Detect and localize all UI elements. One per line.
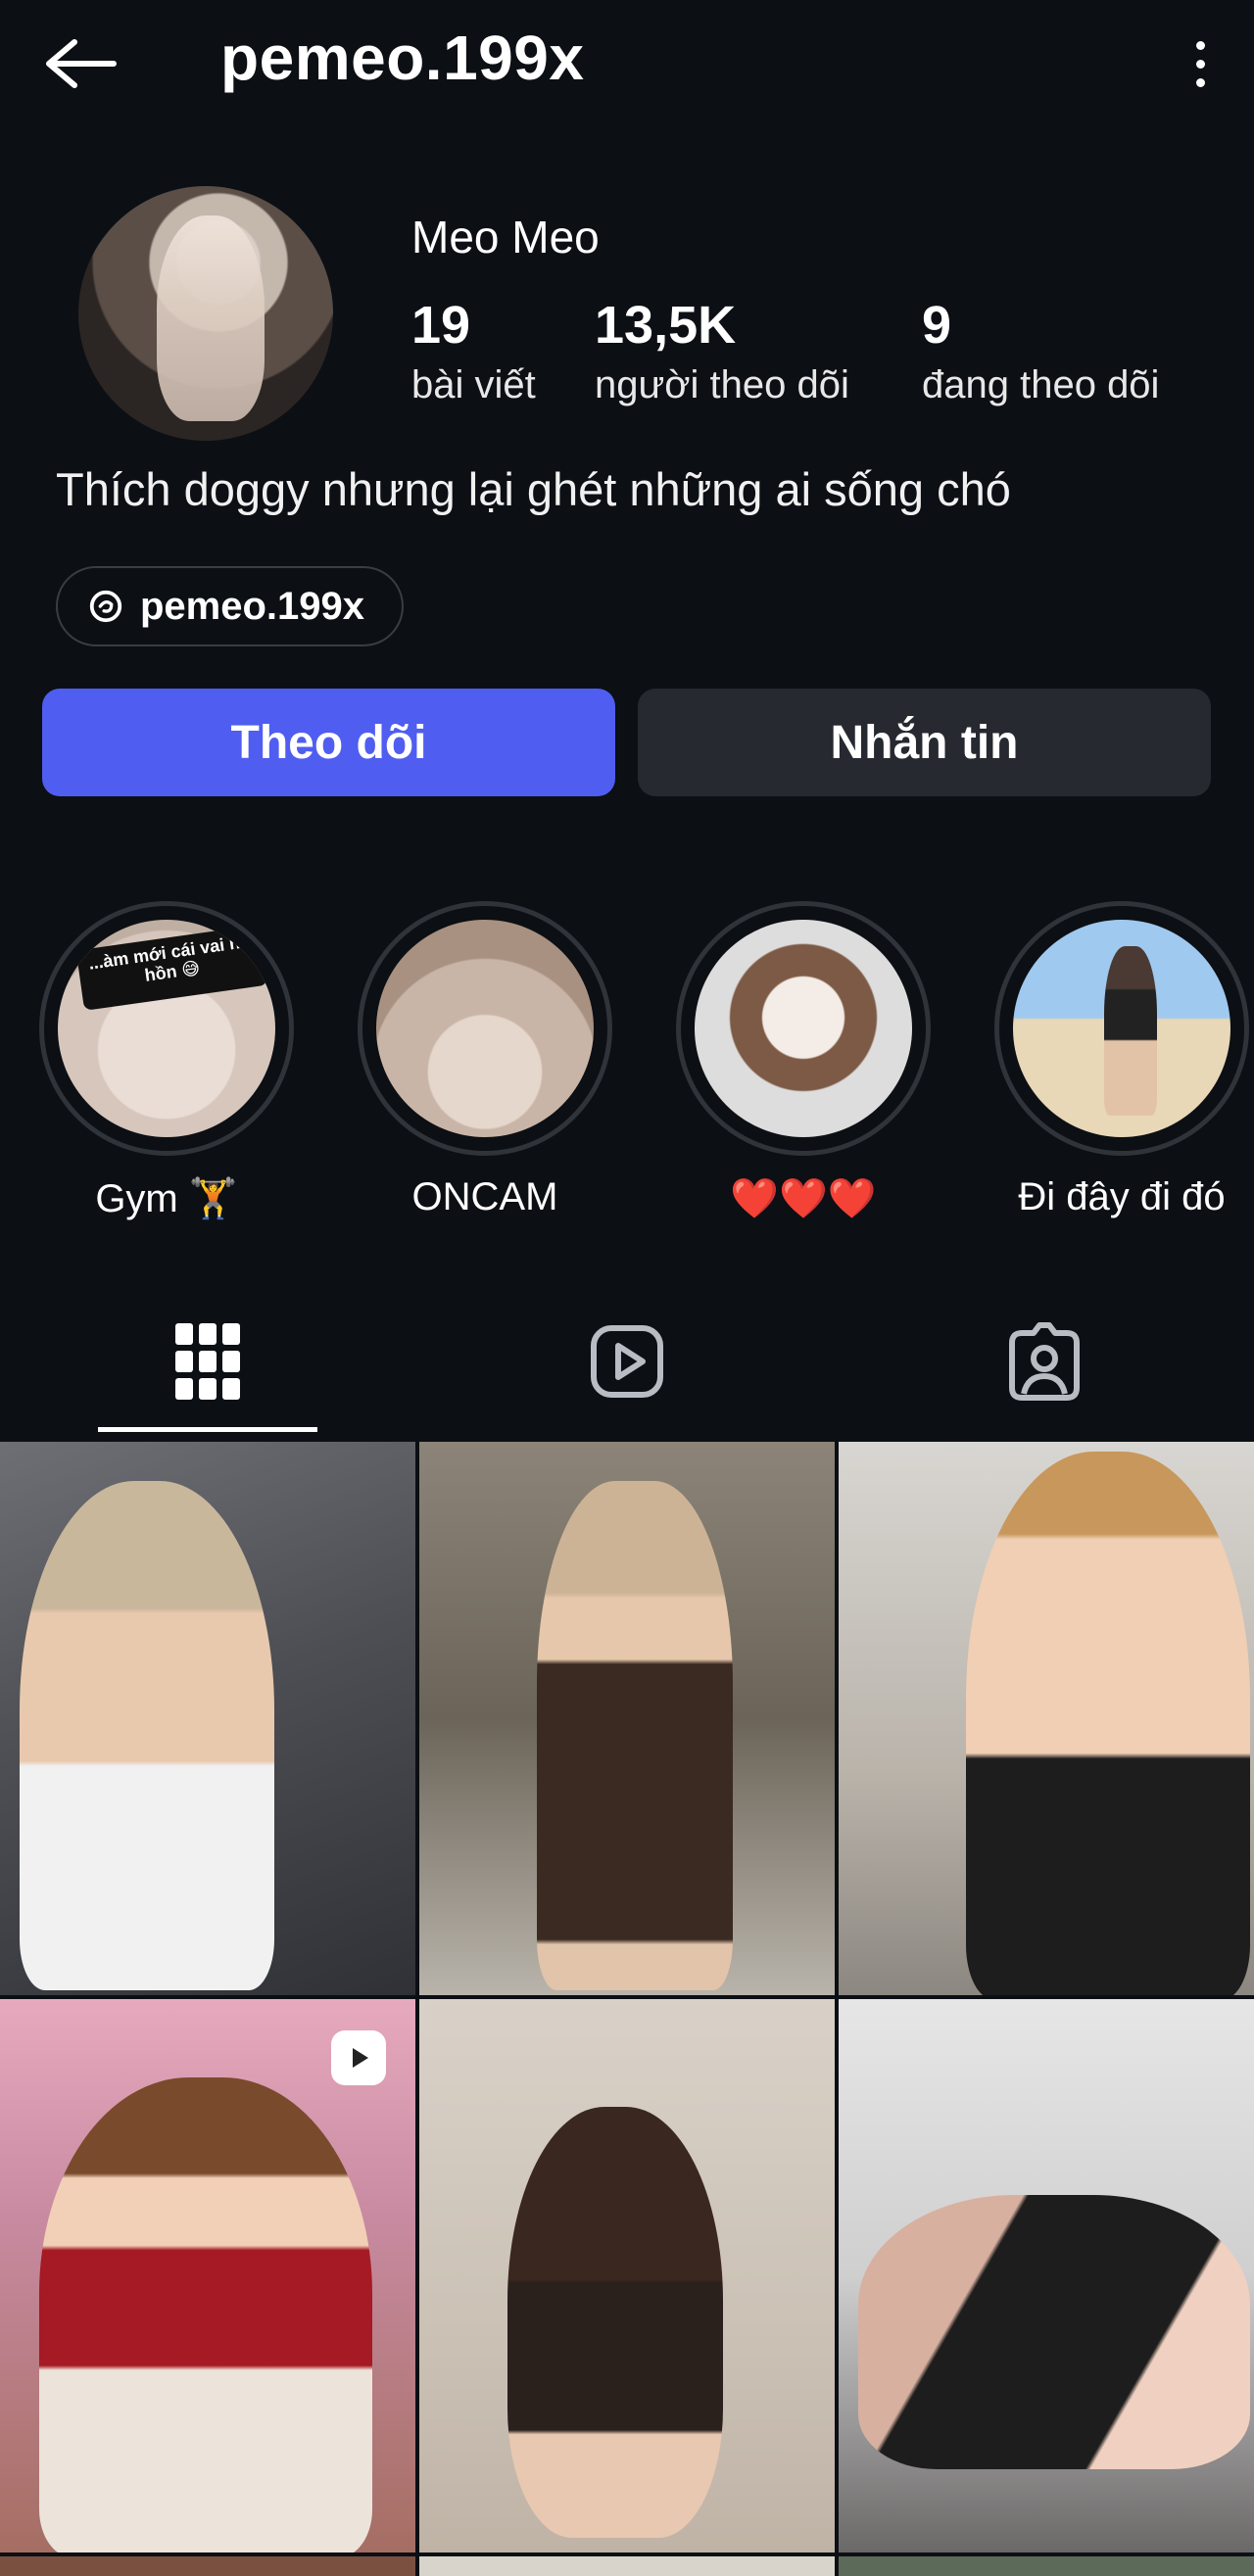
tab-reels[interactable] xyxy=(578,1312,676,1410)
post-thumbnail[interactable] xyxy=(839,1999,1254,2552)
stat-posts-label: bài viết xyxy=(411,363,536,406)
vertical-dots-icon xyxy=(1195,40,1205,50)
highlight-cover-subject xyxy=(1104,945,1157,1116)
highlight-ring xyxy=(676,901,931,1156)
profile-tabs xyxy=(0,1273,1254,1440)
post-image xyxy=(507,2107,723,2538)
stat-posts[interactable]: 19 bài viết xyxy=(411,299,536,407)
highlight-overlay-text: ...àm mới cái vai hú hồn 😅 xyxy=(75,924,268,1011)
highlight-ring xyxy=(994,901,1249,1156)
post-thumbnail-peek[interactable] xyxy=(419,2556,835,2576)
stat-followers[interactable]: 13,5K người theo dõi xyxy=(595,299,849,407)
stat-following[interactable]: 9 đang theo dõi xyxy=(922,299,1159,407)
stat-following-value: 9 xyxy=(922,296,952,355)
post-thumbnail-peek[interactable] xyxy=(839,2556,1254,2576)
highlight-label: ONCAM xyxy=(411,1175,558,1218)
top-bar: pemeo.199x xyxy=(0,0,1254,127)
stat-following-label: đang theo dõi xyxy=(922,363,1160,406)
play-icon xyxy=(353,2048,368,2068)
dot xyxy=(1195,77,1205,87)
threads-handle: pemeo.199x xyxy=(140,584,365,628)
post-image xyxy=(966,1452,1250,1995)
profile-username-title: pemeo.199x xyxy=(220,23,585,93)
threads-icon xyxy=(89,590,122,623)
post-image xyxy=(537,1481,733,1990)
highlight-ring: ...àm mới cái vai hú hồn 😅 xyxy=(39,901,294,1156)
stat-posts-value: 19 xyxy=(411,296,471,355)
post-thumbnail[interactable] xyxy=(839,1442,1254,1995)
highlight-hearts[interactable]: ❤️❤️❤️ xyxy=(676,901,931,1221)
stat-followers-value: 13,5K xyxy=(595,296,737,355)
highlight-label: Gym 🏋️ xyxy=(95,1177,238,1220)
tab-tagged[interactable] xyxy=(995,1312,1093,1410)
reels-play-icon xyxy=(591,1325,663,1398)
reel-badge-icon xyxy=(331,2030,386,2085)
more-options-button[interactable] xyxy=(1176,29,1225,98)
post-image xyxy=(858,2195,1250,2469)
post-thumbnail-reel[interactable] xyxy=(0,1999,415,2552)
active-tab-indicator xyxy=(98,1427,317,1432)
post-image xyxy=(20,1481,274,1990)
follow-button[interactable]: Theo dõi xyxy=(42,689,615,796)
highlight-cover: ...àm mới cái vai hú hồn 😅 xyxy=(58,920,275,1137)
stat-followers-label: người theo dõi xyxy=(595,363,849,406)
profile-avatar[interactable] xyxy=(78,186,333,441)
tab-posts-grid[interactable] xyxy=(159,1312,257,1410)
post-thumbnail-peek[interactable] xyxy=(0,2556,415,2576)
highlight-gym[interactable]: ...àm mới cái vai hú hồn 😅 Gym 🏋️ xyxy=(39,901,294,1221)
post-image xyxy=(39,2077,372,2552)
avatar-image xyxy=(157,215,265,421)
post-thumbnail[interactable] xyxy=(419,1999,835,2552)
highlight-cover xyxy=(376,920,594,1137)
tagged-person-icon xyxy=(1009,1322,1080,1401)
arrow-left-icon xyxy=(46,39,117,88)
grid-icon xyxy=(175,1323,240,1400)
highlight-travel[interactable]: Đi đây đi đó xyxy=(994,901,1249,1219)
post-thumbnail[interactable] xyxy=(0,1442,415,1995)
display-name: Meo Meo xyxy=(411,212,600,262)
back-button[interactable] xyxy=(39,29,127,98)
highlight-label: ❤️❤️❤️ xyxy=(730,1177,877,1220)
highlight-cover xyxy=(1013,920,1230,1137)
highlight-ring xyxy=(358,901,612,1156)
message-button[interactable]: Nhắn tin xyxy=(638,689,1211,796)
dot xyxy=(1195,59,1205,69)
highlight-label: Đi đây đi đó xyxy=(1018,1175,1226,1218)
highlight-cover xyxy=(695,920,912,1137)
highlight-oncam[interactable]: ONCAM xyxy=(358,901,612,1219)
threads-link-chip[interactable]: pemeo.199x xyxy=(56,566,405,646)
post-thumbnail[interactable] xyxy=(419,1442,835,1995)
profile-bio: Thích doggy nhưng lại ghét những ai sống… xyxy=(56,463,1011,515)
